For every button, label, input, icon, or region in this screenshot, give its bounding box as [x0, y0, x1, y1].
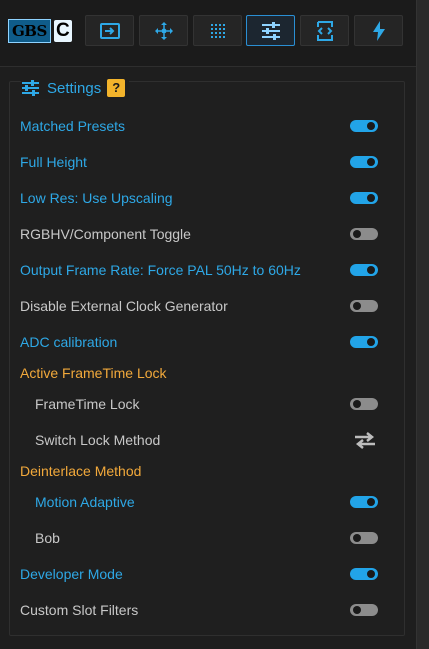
setting-label: Output Frame Rate: Force PAL 50Hz to 60H…: [20, 262, 301, 278]
setting-label: Disable External Clock Generator: [20, 298, 228, 314]
grid-dots-icon: [210, 23, 225, 38]
setting-row-low-res-upscaling: Low Res: Use Upscaling: [20, 185, 380, 211]
adc-calibration-toggle[interactable]: [350, 336, 378, 348]
sliders-icon: [261, 21, 280, 40]
setting-label: Motion Adaptive: [35, 494, 135, 510]
disable-ext-clock-toggle[interactable]: [350, 300, 378, 312]
tab-move[interactable]: [139, 15, 188, 46]
section-deinterlace-method: Deinterlace Method: [20, 458, 380, 484]
matched-presets-toggle[interactable]: [350, 120, 378, 132]
setting-row-developer-mode: Developer Mode: [20, 561, 380, 587]
setting-row-full-height: Full Height: [20, 149, 380, 175]
tab-power[interactable]: [354, 15, 403, 46]
move-arrows-icon: [154, 21, 173, 40]
tab-input[interactable]: [85, 15, 134, 46]
setting-label: Low Res: Use Upscaling: [20, 190, 173, 206]
gbs-control-logo: GBS C: [8, 19, 72, 43]
help-icon[interactable]: ?: [107, 79, 126, 97]
logo-gbs-text: GBS: [8, 19, 51, 43]
swap-arrows-icon[interactable]: [352, 430, 378, 450]
setting-label: Custom Slot Filters: [20, 602, 139, 618]
tab-scanlines[interactable]: [193, 15, 242, 46]
lightning-icon: [372, 20, 385, 41]
setting-label: Matched Presets: [20, 118, 126, 134]
setting-row-disable-ext-clock: Disable External Clock Generator: [20, 293, 380, 319]
setting-row-switch-lock-method: Switch Lock Method: [35, 427, 380, 453]
section-heading: Active FrameTime Lock: [20, 365, 167, 381]
code-icon: [316, 20, 333, 41]
bob-toggle[interactable]: [350, 532, 378, 544]
top-toolbar: GBS C: [0, 0, 417, 67]
full-height-toggle[interactable]: [350, 156, 378, 168]
developer-mode-toggle[interactable]: [350, 568, 378, 580]
setting-row-motion-adaptive: Motion Adaptive: [35, 489, 380, 515]
setting-row-adc-calibration: ADC calibration: [20, 329, 380, 355]
tab-settings[interactable]: [246, 15, 295, 46]
custom-slot-filters-toggle[interactable]: [350, 604, 378, 616]
setting-label: RGBHV/Component Toggle: [20, 226, 191, 242]
logo-c-text: C: [53, 20, 72, 42]
force-pal-60hz-toggle[interactable]: [350, 264, 378, 276]
section-heading: Deinterlace Method: [20, 463, 142, 479]
setting-label: Bob: [35, 530, 60, 546]
section-active-frametime-lock: Active FrameTime Lock: [20, 360, 380, 386]
rgbhv-component-toggle[interactable]: [350, 228, 378, 240]
motion-adaptive-toggle[interactable]: [350, 496, 378, 508]
setting-label: Full Height: [20, 154, 87, 170]
setting-row-bob: Bob: [35, 525, 380, 551]
setting-row-frametime-lock: FrameTime Lock: [35, 391, 380, 417]
sliders-icon: [22, 80, 39, 96]
settings-header: Settings ?: [21, 77, 130, 99]
setting-row-custom-slot-filters: Custom Slot Filters: [20, 597, 380, 623]
setting-label: Switch Lock Method: [35, 432, 161, 448]
input-icon: [99, 22, 120, 39]
setting-label: FrameTime Lock: [35, 396, 140, 412]
setting-row-output-frame-rate: Output Frame Rate: Force PAL 50Hz to 60H…: [20, 257, 380, 283]
tab-slots[interactable]: [300, 15, 349, 46]
setting-row-matched-presets: Matched Presets: [20, 113, 380, 139]
setting-label: Developer Mode: [20, 566, 123, 582]
low-res-upscaling-toggle[interactable]: [350, 192, 378, 204]
settings-title: Settings: [47, 79, 102, 97]
setting-label: ADC calibration: [20, 334, 118, 350]
setting-row-rgbhv-component: RGBHV/Component Toggle: [20, 221, 380, 247]
scrollbar[interactable]: [416, 0, 429, 649]
frametime-lock-toggle[interactable]: [350, 398, 378, 410]
